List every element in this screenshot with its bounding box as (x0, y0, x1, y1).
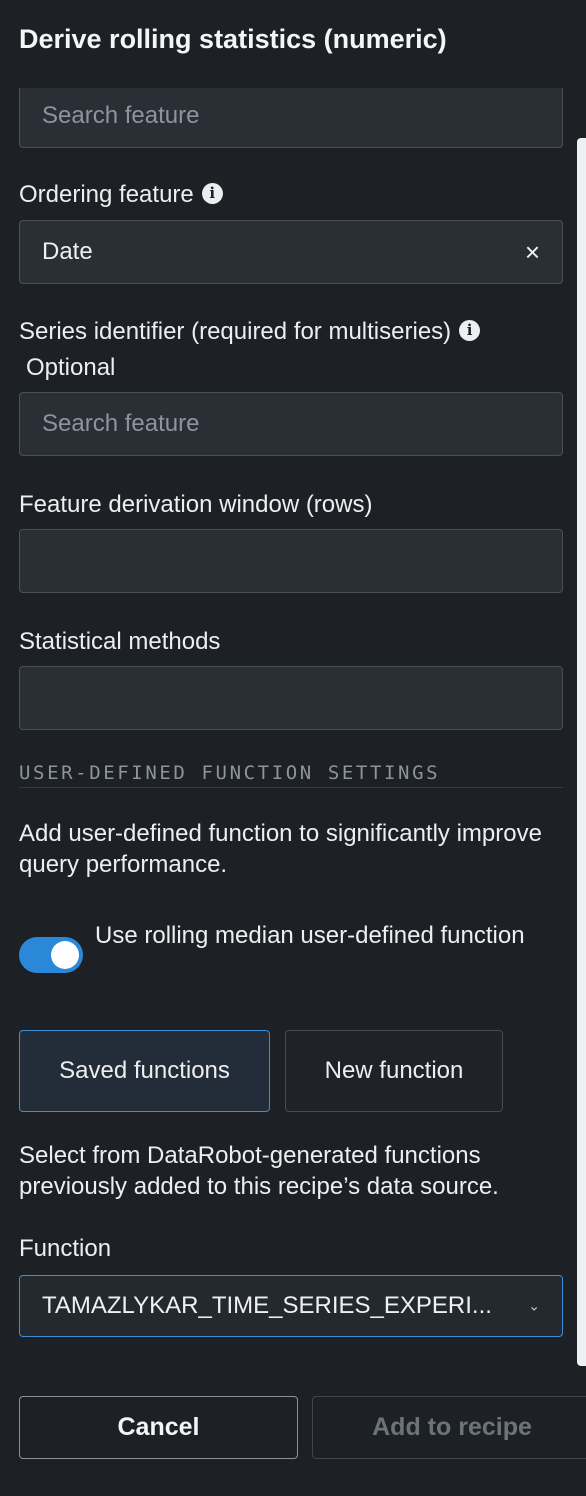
ordering-feature-label-text: Ordering feature (19, 181, 194, 208)
close-icon[interactable]: × (525, 239, 540, 265)
function-select[interactable]: TAMAZLYKAR_TIME_SERIES_EXPERI... ⌄ (19, 1275, 563, 1337)
series-identifier-placeholder: Search feature (42, 410, 200, 437)
udf-description: Add user-defined function to significant… (19, 820, 542, 878)
saved-functions-description: Select from DataRobot-generated function… (19, 1142, 499, 1200)
udf-toggle[interactable] (19, 937, 83, 973)
derivation-window-label: Feature derivation window (rows) (19, 491, 373, 518)
new-function-tab[interactable]: New function (285, 1030, 503, 1112)
info-icon[interactable]: i (459, 320, 481, 342)
function-label: Function (19, 1235, 112, 1262)
series-identifier-label: Series identifier (required for multiser… (19, 318, 481, 346)
add-to-recipe-button[interactable]: Add to recipe (312, 1396, 586, 1459)
ordering-feature-label: Ordering feature i (19, 181, 223, 209)
statistical-methods-select[interactable] (19, 666, 563, 730)
feature-search-input[interactable]: Search feature (19, 84, 563, 148)
section-divider (19, 787, 563, 788)
toggle-knob (51, 941, 79, 969)
series-identifier-input[interactable]: Search feature (19, 392, 563, 456)
chevron-down-icon: ⌄ (528, 1297, 540, 1314)
info-icon[interactable]: i (201, 183, 223, 205)
udf-section-heading: USER-DEFINED FUNCTION SETTINGS (19, 762, 441, 784)
scrollbar-thumb[interactable] (577, 138, 586, 1366)
saved-functions-tab[interactable]: Saved functions (19, 1030, 270, 1112)
cancel-button[interactable]: Cancel (19, 1396, 298, 1459)
feature-search-placeholder: Search feature (42, 102, 200, 129)
panel-header: Derive rolling statistics (numeric) (0, 0, 586, 88)
series-identifier-label-text: Series identifier (required for multiser… (19, 318, 452, 345)
statistical-methods-label: Statistical methods (19, 628, 221, 655)
derivation-window-input[interactable] (19, 529, 563, 593)
ordering-feature-select[interactable]: Date × (19, 220, 563, 284)
function-select-value: TAMAZLYKAR_TIME_SERIES_EXPERI... (42, 1292, 492, 1319)
optional-tag: Optional (26, 354, 116, 381)
panel-title: Derive rolling statistics (numeric) (19, 24, 447, 54)
udf-toggle-label: Use rolling median user-defined function (95, 922, 525, 949)
ordering-feature-value: Date (42, 238, 93, 265)
